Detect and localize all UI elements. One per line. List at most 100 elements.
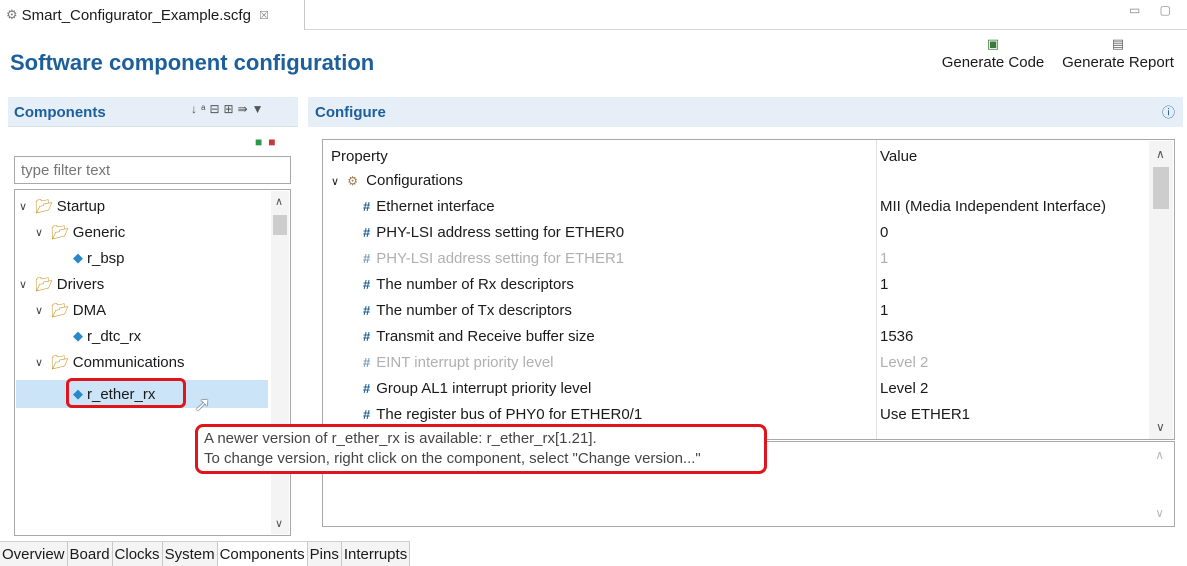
tree-item-dma[interactable]: ∨ 📂︎ DMA — [35, 298, 106, 322]
view-menu-icon[interactable]: ▼ — [252, 102, 268, 116]
add-component-icon[interactable]: ■ — [255, 135, 262, 149]
hash-icon: # — [363, 251, 371, 266]
property-value[interactable]: MII (Media Independent Interface) — [880, 198, 1106, 215]
property-name: Transmit and Receive buffer size — [376, 328, 595, 345]
property-value[interactable]: 0 — [880, 224, 888, 241]
tab-pins[interactable]: Pins — [307, 542, 342, 566]
property-row[interactable]: # PHY-LSI address setting for ETHER0 0 — [323, 224, 1143, 250]
collapse-all-icon[interactable]: ⊟ — [209, 102, 223, 116]
scroll-up-icon[interactable]: ∧ — [275, 195, 283, 208]
property-value[interactable]: 1536 — [880, 328, 913, 345]
folder-open-icon: 📂︎ — [35, 197, 53, 214]
property-value[interactable]: Use ETHER1 — [880, 406, 970, 423]
property-row: # EINT interrupt priority level Level 2 — [323, 354, 1143, 380]
component-icon: ◆ — [73, 250, 83, 265]
folder-open-icon: 📂︎ — [51, 301, 69, 318]
property-row: # PHY-LSI address setting for ETHER1 1 — [323, 250, 1143, 276]
property-value: Level 2 — [880, 354, 929, 371]
gear-icon: ⚙ — [347, 174, 358, 188]
group-row-configurations[interactable]: ∨ ⚙ Configurations — [323, 172, 1143, 198]
chevron-down-icon[interactable]: ∨ — [331, 176, 339, 188]
tab-overview[interactable]: Overview — [0, 542, 68, 566]
info-icon[interactable]: ⓘ — [1162, 102, 1175, 121]
scroll-up-icon[interactable]: ∧ — [1155, 448, 1164, 462]
property-table-scrollbar[interactable]: ∧ ∨ — [1149, 141, 1173, 439]
highlight-box — [66, 378, 186, 408]
property-name: Ethernet interface — [376, 198, 495, 215]
scroll-thumb[interactable] — [273, 215, 287, 235]
tree-item-label: Drivers — [56, 275, 105, 293]
column-header-property[interactable]: Property — [331, 148, 388, 165]
scroll-down-icon[interactable]: ∨ — [1156, 420, 1165, 434]
generate-code-label: Generate Code — [941, 54, 1045, 71]
hash-icon: # — [363, 277, 371, 292]
property-value[interactable]: 1 — [880, 276, 888, 293]
chevron-down-icon[interactable]: ∨ — [35, 304, 47, 317]
chevron-down-icon[interactable]: ∨ — [35, 226, 47, 239]
version-tooltip: A newer version of r_ether_rx is availab… — [195, 424, 767, 474]
printer-icon: ▤ — [1111, 36, 1125, 51]
expand-all-icon[interactable]: ⊞ — [224, 102, 238, 116]
tree-scrollbar[interactable]: ∧ ∨ — [271, 191, 289, 534]
configure-header: Configure ⓘ — [308, 97, 1183, 127]
tree-item-r-dtc-rx[interactable]: ◆ r_dtc_rx — [73, 324, 141, 348]
generate-report-button[interactable]: ▤ Generate Report — [1054, 36, 1182, 71]
configure-title: Configure — [315, 104, 386, 121]
window-controls[interactable]: ▭ ▢ — [1129, 3, 1179, 17]
tree-item-label: DMA — [72, 301, 107, 319]
generate-code-button[interactable]: ▣ Generate Code — [934, 36, 1052, 71]
property-row[interactable]: # Ethernet interface MII (Media Independe… — [323, 198, 1143, 224]
config-file-icon: ⚙ — [6, 7, 18, 22]
property-name: The number of Tx descriptors — [376, 302, 572, 319]
sort-icon[interactable]: ↓ᵃ — [191, 102, 209, 116]
hash-icon: # — [363, 225, 371, 240]
hash-icon: # — [363, 355, 371, 370]
property-value: 1 — [880, 250, 889, 267]
editor-tab[interactable]: ⚙ Smart_Configurator_Example.scfg ☒ — [0, 0, 305, 30]
tab-board[interactable]: Board — [67, 542, 113, 566]
property-row[interactable]: # The number of Rx descriptors 1 — [323, 276, 1143, 302]
scroll-down-icon[interactable]: ∨ — [1155, 506, 1164, 520]
chevron-down-icon[interactable]: ∨ — [19, 200, 31, 213]
property-name: Group AL1 interrupt priority level — [376, 380, 592, 397]
tree-item-r-bsp[interactable]: ◆ r_bsp — [73, 246, 125, 270]
property-value[interactable]: Level 2 — [880, 380, 928, 397]
scroll-up-icon[interactable]: ∧ — [1156, 147, 1165, 161]
tab-components[interactable]: Components — [217, 542, 308, 566]
generate-report-label: Generate Report — [1062, 54, 1174, 71]
folder-open-icon: 📂︎ — [35, 275, 53, 292]
property-row[interactable]: # The number of Tx descriptors 1 — [323, 302, 1143, 328]
property-name: PHY-LSI address setting for ETHER0 — [376, 224, 625, 241]
editor-tab-title: Smart_Configurator_Example.scfg — [21, 6, 251, 24]
property-row[interactable]: # Group AL1 interrupt priority level Leve… — [323, 380, 1143, 406]
folder-open-icon: 📂︎ — [51, 223, 69, 240]
editor-tabbar: ⚙ Smart_Configurator_Example.scfg ☒ ▭ ▢ — [0, 0, 1187, 30]
tooltip-line-1: A newer version of r_ether_rx is availab… — [204, 430, 597, 447]
chevron-down-icon[interactable]: ∨ — [35, 356, 47, 369]
group-label: Configurations — [366, 172, 463, 189]
component-filter-input[interactable] — [14, 156, 291, 184]
property-value[interactable]: 1 — [880, 302, 888, 319]
tree-item-communications[interactable]: ∨ 📂︎ Communications — [35, 350, 185, 374]
remove-component-icon[interactable]: ■ — [268, 135, 275, 149]
scroll-down-icon[interactable]: ∨ — [275, 517, 283, 530]
tree-item-label: r_dtc_rx — [87, 327, 142, 345]
filter-icon[interactable]: ⇛ — [238, 102, 252, 116]
component-update-icon: ◆ — [73, 328, 83, 343]
tree-item-generic[interactable]: ∨ 📂︎ Generic — [35, 220, 125, 244]
property-name: EINT interrupt priority level — [376, 354, 554, 371]
scroll-thumb[interactable] — [1153, 167, 1169, 209]
tree-item-label: r_bsp — [87, 249, 125, 267]
tree-item-drivers[interactable]: ∨ 📂︎ Drivers — [19, 272, 104, 296]
tab-system[interactable]: System — [162, 542, 218, 566]
chevron-down-icon[interactable]: ∨ — [19, 278, 31, 291]
tree-item-startup[interactable]: ∨ 📂︎ Startup — [19, 194, 105, 218]
property-row[interactable]: # Transmit and Receive buffer size 1536 — [323, 328, 1143, 354]
folder-open-icon: 📂︎ — [51, 353, 69, 370]
hash-icon: # — [363, 407, 371, 422]
tab-interrupts[interactable]: Interrupts — [341, 542, 411, 566]
hash-icon: # — [363, 303, 371, 318]
tab-clocks[interactable]: Clocks — [112, 542, 163, 566]
close-icon[interactable]: ☒ — [259, 9, 269, 22]
column-header-value[interactable]: Value — [880, 148, 917, 165]
